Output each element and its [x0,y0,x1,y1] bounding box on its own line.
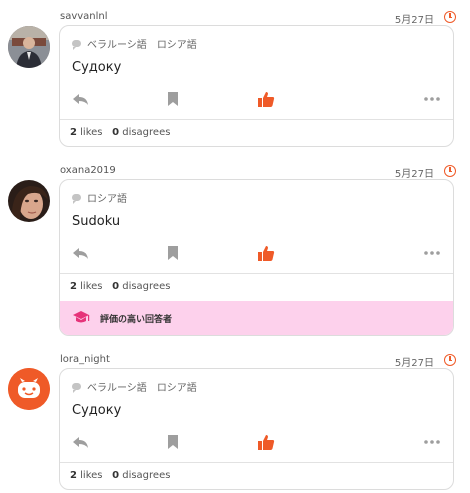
action-bar [60,244,453,266]
more-icon[interactable] [424,439,440,445]
post-date: 5月27日 [394,358,434,369]
language-tags: ベラルーシ語 ロシア語 [72,379,197,394]
language-tags: ベラルーシ語 ロシア語 [72,36,197,51]
more-icon[interactable] [424,250,440,256]
language-tag: ベラルーシ語 [87,383,147,394]
badge-label: 評価の高い回答者 [100,314,173,325]
language-tag: ロシア語 [156,383,197,394]
answer-text: Sudoku [72,214,121,229]
speech-bubble-icon [72,383,81,393]
vote-counts: 2 likes 0 disagrees [70,281,170,292]
answer-card: ロシア語 Sudoku 2 likes 0 disagrees 評価の高い回答者 [59,179,454,336]
speech-bubble-icon [72,40,81,50]
thumbs-up-icon[interactable] [257,244,275,262]
likes-count: 2 [70,281,77,292]
more-icon[interactable] [424,96,440,102]
bookmark-icon[interactable] [166,90,180,108]
action-bar [60,433,453,455]
user-photo [8,180,50,222]
avatar[interactable] [8,368,50,410]
likes-label: likes [80,470,103,481]
disagrees-label: disagrees [122,470,171,481]
likes-label: likes [80,127,103,138]
disagrees-label: disagrees [122,127,171,138]
likes-label: likes [80,281,103,292]
answer-text: Судоку [72,60,122,75]
language-tag: ベラルーシ語 [87,40,147,51]
clock-icon [444,11,456,23]
default-avatar-icon [8,368,50,410]
reply-icon[interactable] [72,90,90,108]
vote-counts: 2 likes 0 disagrees [70,127,170,138]
reply-icon[interactable] [72,244,90,262]
disagrees-count: 0 [112,127,120,138]
graduation-cap-icon [73,311,90,323]
vote-counts: 2 likes 0 disagrees [70,470,170,481]
disagrees-label: disagrees [122,281,171,292]
language-tag: ロシア語 [87,194,127,205]
username[interactable]: lora_night [60,354,110,365]
answer-card: ベラルーシ語 ロシア語 Судоку 2 likes 0 disagrees [59,25,454,147]
post-date: 5月27日 [394,169,434,180]
avatar[interactable] [8,26,50,68]
avatar[interactable] [8,180,50,222]
divider [60,119,453,120]
reply-icon[interactable] [72,433,90,451]
language-tags: ロシア語 [72,190,127,205]
answer-text: Судоку [72,403,122,418]
answer-card: ベラルーシ語 ロシア語 Судоку 2 likes 0 disagrees [59,368,454,490]
action-bar [60,90,453,112]
bookmark-icon[interactable] [166,433,180,451]
language-tag: ロシア語 [156,40,197,51]
username[interactable]: savvanlnl [60,11,108,22]
thumbs-up-icon[interactable] [257,433,275,451]
likes-count: 2 [70,127,77,138]
username[interactable]: oxana2019 [60,165,116,176]
post-date: 5月27日 [394,15,434,26]
speech-bubble-icon [72,194,81,204]
divider [60,462,453,463]
disagrees-count: 0 [112,470,120,481]
clock-icon [444,165,456,177]
clock-icon [444,354,456,366]
divider [60,273,453,274]
thumbs-up-icon[interactable] [257,90,275,108]
disagrees-count: 0 [112,281,120,292]
likes-count: 2 [70,470,77,481]
bookmark-icon[interactable] [166,244,180,262]
top-answerer-badge: 評価の高い回答者 [60,301,453,335]
user-photo [8,26,50,68]
